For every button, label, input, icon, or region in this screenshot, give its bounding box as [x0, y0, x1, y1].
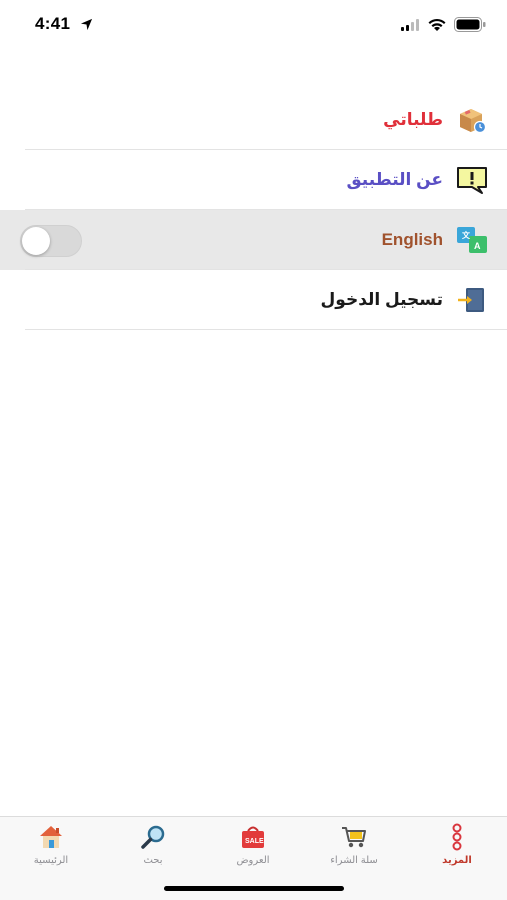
- menu-item-label: تسجيل الدخول: [320, 290, 443, 309]
- home-icon: [40, 826, 62, 848]
- tab-label: سلة الشراء: [330, 855, 378, 866]
- screen: 4:41 طلباتي عن التطبيق English 文 A تسجيل…: [0, 0, 507, 900]
- svg-text:文: 文: [462, 230, 471, 240]
- menu-item-label: طلباتي: [383, 110, 443, 129]
- tab-label: المزيد: [442, 855, 472, 866]
- menu-item-label: عن التطبيق: [346, 170, 443, 189]
- menu-item-label: English: [381, 230, 443, 249]
- menu-item-language[interactable]: English 文 A: [0, 210, 507, 270]
- svg-text:SALE: SALE: [245, 838, 264, 845]
- home-indicator[interactable]: [164, 886, 344, 891]
- battery-icon: [454, 17, 486, 32]
- translate-icon: 文 A: [455, 223, 489, 257]
- tab-label: بحث: [143, 855, 163, 866]
- cart-icon: [342, 827, 366, 848]
- tab-more[interactable]: المزيد: [412, 823, 502, 873]
- menu-item-my-orders[interactable]: طلباتي: [0, 90, 507, 150]
- package-clock-icon: [455, 103, 489, 137]
- sale-bag-icon: SALE: [242, 826, 264, 848]
- status-bar: 4:41: [0, 0, 507, 50]
- tab-cart[interactable]: سلة الشراء: [309, 823, 399, 873]
- wifi-icon: [428, 18, 446, 31]
- location-arrow-icon: [80, 18, 93, 31]
- svg-text:A: A: [474, 241, 481, 251]
- tab-offers[interactable]: SALE العروض: [208, 823, 298, 873]
- more-menu: طلباتي عن التطبيق English 文 A تسجيل الدخ…: [0, 90, 507, 330]
- language-toggle[interactable]: [20, 225, 82, 257]
- toggle-knob: [22, 227, 50, 255]
- menu-item-login[interactable]: تسجيل الدخول: [0, 270, 507, 330]
- tab-search[interactable]: بحث: [108, 823, 198, 873]
- cellular-signal-icon: [401, 19, 419, 31]
- menu-item-about-app[interactable]: عن التطبيق: [0, 150, 507, 210]
- divider: [25, 329, 507, 330]
- login-door-icon: [455, 283, 489, 317]
- tab-label: العروض: [236, 855, 270, 866]
- search-icon: [141, 825, 165, 849]
- info-speech-icon: [455, 163, 489, 197]
- tab-home[interactable]: الرئيسية: [6, 823, 96, 873]
- status-time: 4:41: [35, 14, 71, 33]
- more-dots-icon: [452, 823, 462, 851]
- tab-label: الرئيسية: [33, 855, 69, 866]
